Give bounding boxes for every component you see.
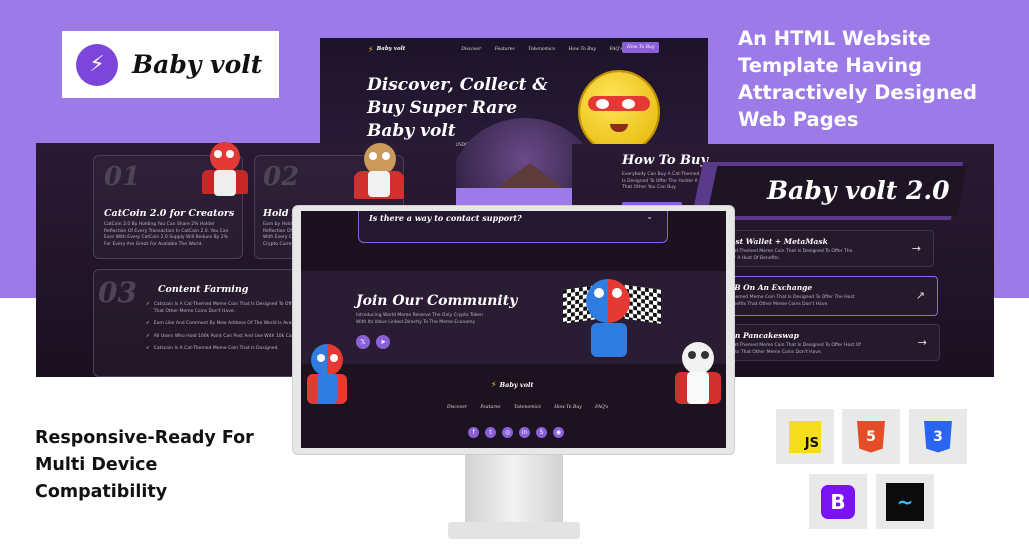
hero-nav-links: Discover Features Tokenomics How To Buy … <box>455 47 628 52</box>
nav-link-tokenomics[interactable]: Tokenomics <box>528 47 555 52</box>
mascot-body <box>591 323 627 357</box>
lightning-icon: ⚡ <box>368 44 374 54</box>
check-icon: ✓ <box>146 333 150 339</box>
mascot-red-icon <box>202 142 248 204</box>
arrow-up-right-icon: ↗ <box>915 289 925 302</box>
tailwind-badge: ~ <box>876 474 934 529</box>
lightning-icon: ⚡ <box>76 43 118 86</box>
nav-link-howtobuy[interactable]: How To Buy <box>569 47 596 52</box>
step-text: Is A Cat-Themed Meme Coin That Is Design… <box>721 343 861 355</box>
nav-link-features[interactable]: Features <box>495 47 515 52</box>
feature-num: 02 <box>263 162 300 192</box>
tagline: An HTML Website Template Having Attracti… <box>738 27 977 131</box>
mascot-blue-red-icon <box>586 279 630 323</box>
brand-logo: ⚡ Baby volt <box>62 31 279 98</box>
step-card-1[interactable]: Trust Wallet + MetaMask Is A Cat-Themed … <box>712 230 934 267</box>
version-title: Baby volt 2.0 <box>767 176 950 205</box>
monitor-screen: Is there a way to contact support? ⌄ Joi… <box>301 211 726 448</box>
footer-link-discover[interactable]: Discover <box>447 405 467 410</box>
check-icon: ✓ <box>146 346 150 351</box>
faq-item[interactable]: Is there a way to contact support? ⌄ <box>358 211 668 243</box>
arrow-right-icon: → <box>917 336 927 349</box>
footer-link-howtobuy[interactable]: How To Buy <box>554 405 581 410</box>
feature-title: CatCoin 2.0 for Creators <box>104 208 235 219</box>
lightning-icon: ⚡ <box>491 380 497 389</box>
facebook-icon[interactable]: f <box>468 427 479 438</box>
footer-link-features[interactable]: Features <box>480 405 500 410</box>
mascot-potato-icon <box>354 143 404 203</box>
farming-num: 03 <box>98 276 137 309</box>
howto-title: How To Buy <box>622 153 709 168</box>
nav-link-faq[interactable]: FAQ's <box>609 47 622 52</box>
nav-link-discover[interactable]: Discover <box>461 47 481 52</box>
mascot-eye <box>612 288 622 298</box>
discord-icon[interactable]: ◉ <box>553 427 564 438</box>
step-text: Is A Cat-Themed Meme Coin That Is Design… <box>721 249 853 261</box>
farming-title: Content Farming <box>158 284 249 295</box>
check-icon: ✓ <box>146 302 150 307</box>
brand-name: Baby volt <box>132 50 263 79</box>
hero-cta-button[interactable]: How To Buy <box>622 42 660 53</box>
step-card-3[interactable]: e On Pancakeswap Is A Cat-Themed Meme Co… <box>712 324 940 361</box>
step-card-2[interactable]: BNB On An Exchange Cat-Themed Meme Coin … <box>712 276 938 316</box>
footer-nav: Discover Features Tokenomics How To Buy … <box>441 405 614 410</box>
footer-socials: f t ◎ in S ◉ <box>468 427 564 438</box>
community-section: Join Our Community Introducing World Mem… <box>301 271 726 364</box>
html5-badge: 5 <box>842 409 900 464</box>
instagram-icon[interactable]: ◎ <box>502 427 513 438</box>
responsive-text: Responsive-Ready For Multi Device Compat… <box>35 428 254 502</box>
feature-text: CatCoin 2.0 By Holding You Can Share 2% … <box>104 222 229 247</box>
community-socials: 𝕏 ➤ <box>356 335 390 349</box>
hero-navbar: ⚡ Baby volt Discover Features Tokenomics… <box>368 42 668 55</box>
arrow-right-icon: → <box>911 242 921 255</box>
hero-mountains <box>490 163 570 188</box>
feature-num: 01 <box>104 162 141 192</box>
skype-icon[interactable]: S <box>536 427 547 438</box>
nav-brand: Baby volt <box>376 46 406 52</box>
step-text: Cat-Themed Meme Coin That Is Designed To… <box>721 295 855 307</box>
javascript-badge: JS <box>776 409 834 464</box>
footer-brand: ⚡ Baby volt <box>491 380 534 389</box>
footer-link-faq[interactable]: FAQ's <box>595 405 608 410</box>
telegram-icon[interactable]: ➤ <box>376 335 390 349</box>
community-text: Introducing World Meme Reserve The Only … <box>356 313 483 325</box>
monitor-base <box>448 522 580 539</box>
footer-link-tokenomics[interactable]: Tokenomics <box>514 405 541 410</box>
x-icon[interactable]: 𝕏 <box>356 335 370 349</box>
mascot-yellow-icon <box>580 72 658 152</box>
faq-question: Is there a way to contact support? <box>369 213 522 223</box>
bootstrap-badge: B <box>809 474 867 529</box>
twitter-icon[interactable]: t <box>485 427 496 438</box>
footer-section: ⚡ Baby volt Discover Features Tokenomics… <box>301 342 726 448</box>
css3-badge: 3 <box>909 409 967 464</box>
linkedin-icon[interactable]: in <box>519 427 530 438</box>
mascot-eye <box>594 288 604 298</box>
monitor-stand <box>465 455 563 527</box>
chevron-down-icon: ⌄ <box>646 212 653 221</box>
check-icon: ✓ <box>146 321 150 326</box>
mascot-left-icon <box>303 344 353 408</box>
mascot-right-icon <box>673 342 723 408</box>
community-title: Join Our Community <box>356 293 518 309</box>
step-title: Trust Wallet + MetaMask <box>721 237 828 246</box>
